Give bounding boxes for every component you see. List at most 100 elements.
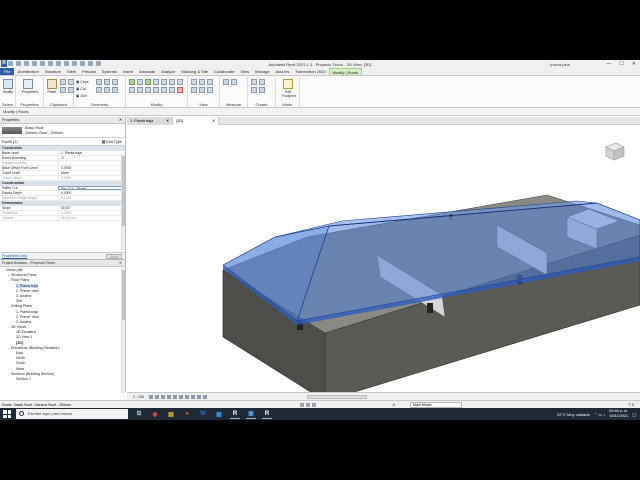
create-parts-icon[interactable] xyxy=(259,79,265,85)
ribbon-tab[interactable]: File xyxy=(0,68,15,75)
modify-button[interactable]: Modify xyxy=(2,79,14,95)
reveal-hidden-icon[interactable] xyxy=(203,395,207,399)
aligned-dimension-icon[interactable] xyxy=(231,79,237,85)
cope-button[interactable]: ▣ Cope xyxy=(76,80,89,84)
taskbar-app-icon[interactable]: ▣ xyxy=(246,409,256,419)
ribbon-tab[interactable]: Massing & Site xyxy=(178,68,211,75)
taskbar-app-icon[interactable]: ▦ xyxy=(214,409,224,419)
ribbon-tab[interactable]: View xyxy=(237,68,252,75)
taskbar-app-icon[interactable]: W xyxy=(198,409,208,419)
ribbon-tab[interactable]: Structure xyxy=(42,68,64,75)
worksets-icon[interactable] xyxy=(300,403,304,407)
copy-element-icon[interactable] xyxy=(169,79,175,85)
taskbar-app-icon[interactable]: R xyxy=(230,409,240,419)
minimize-icon[interactable]: — xyxy=(606,61,611,67)
crop-icon[interactable] xyxy=(179,395,183,399)
editable-only-icon[interactable] xyxy=(312,403,316,407)
paint-face-icon[interactable] xyxy=(104,79,110,85)
demolish-icon[interactable] xyxy=(104,87,110,93)
cut-icon[interactable] xyxy=(60,79,66,85)
remove-paint-icon[interactable] xyxy=(112,87,118,93)
linework-icon[interactable] xyxy=(207,79,213,85)
ribbon-tab[interactable]: Analyze xyxy=(158,68,178,75)
mirror-draw-icon[interactable] xyxy=(153,79,159,85)
property-value[interactable]: ☑ xyxy=(58,156,125,160)
split-icon[interactable] xyxy=(137,87,143,93)
halftone-icon[interactable] xyxy=(207,87,213,93)
taskbar-app-icon[interactable]: ▤ xyxy=(166,409,176,419)
create-group-icon[interactable] xyxy=(251,87,257,93)
design-options-icon[interactable] xyxy=(306,403,310,407)
measure-between-icon[interactable] xyxy=(223,79,229,85)
trim-single-icon[interactable] xyxy=(145,87,151,93)
detail-level-icon[interactable] xyxy=(149,395,153,399)
sun-path-icon[interactable] xyxy=(161,395,165,399)
scale-icon[interactable] xyxy=(161,87,167,93)
taskbar-app-icon[interactable]: R xyxy=(262,409,272,419)
ribbon-tab[interactable]: Insert xyxy=(120,68,136,75)
windows-start-icon[interactable] xyxy=(3,410,11,418)
paste-button[interactable]: Paste xyxy=(46,79,58,95)
join-button[interactable]: ▣ Join xyxy=(76,94,87,98)
edit-type-button[interactable]: ▦ Edit Type xyxy=(102,138,122,146)
user-name[interactable]: jrivera.jane xyxy=(550,62,570,67)
ribbon-tab[interactable]: Add-Ins xyxy=(273,68,293,75)
property-value[interactable]: Two Cut - Plumb xyxy=(58,186,125,190)
view-tab[interactable]: 1. Planta baja ✕ xyxy=(127,117,173,125)
ribbon-tab[interactable]: Systems xyxy=(99,68,120,75)
show-crop-icon[interactable] xyxy=(185,395,189,399)
close-icon[interactable]: ✕ xyxy=(632,61,636,67)
maximize-icon[interactable]: ☐ xyxy=(619,61,623,67)
ribbon-tab[interactable]: Modify | Roofs xyxy=(328,68,363,75)
move-icon[interactable] xyxy=(161,79,167,85)
ribbon-tab[interactable]: Precast xyxy=(79,68,99,75)
instance-filter[interactable]: Roofs (1) ▦ Edit Type xyxy=(0,138,125,146)
clock[interactable]: 09:46 a. m. 16/11/2021 xyxy=(609,409,628,419)
select-group-label[interactable]: Select xyxy=(0,102,15,107)
taskbar-search[interactable]: Escribe aquí para buscar xyxy=(16,409,128,419)
property-value[interactable]: 30,00° xyxy=(58,206,125,210)
notifications-icon[interactable]: ▢ xyxy=(632,412,636,417)
close-icon[interactable]: ✕ xyxy=(119,117,122,124)
browser-scroll-thumb[interactable] xyxy=(122,270,125,320)
taskbar-app-icon[interactable]: ⧉ xyxy=(134,409,144,419)
render-icon[interactable] xyxy=(173,395,177,399)
temporary-hide-icon[interactable] xyxy=(197,395,201,399)
isolate-icon[interactable] xyxy=(191,87,197,93)
taskbar-app-icon[interactable]: ● xyxy=(182,409,192,419)
visual-style-icon[interactable] xyxy=(155,395,159,399)
view-tab[interactable]: {3D} ✕ xyxy=(173,117,219,125)
trim-icon[interactable] xyxy=(129,87,135,93)
browser-scrollbar[interactable] xyxy=(121,268,125,393)
pin-icon[interactable] xyxy=(169,87,175,93)
ribbon-tab[interactable]: Twinmotion 2020 xyxy=(292,68,328,75)
tray-icons[interactable]: ⌃ ▭ ♪ xyxy=(594,412,605,417)
ribbon-tab[interactable]: Architecture xyxy=(14,68,41,75)
weather-widget[interactable]: 22°C Muy nublado xyxy=(557,412,590,417)
property-value[interactable]: 3,0000 xyxy=(58,166,125,170)
wall-join-icon[interactable] xyxy=(112,79,118,85)
graphics-icon[interactable] xyxy=(199,87,205,93)
lock-view-icon[interactable] xyxy=(191,395,195,399)
ribbon-tab[interactable]: Steel xyxy=(64,68,79,75)
shadows-icon[interactable] xyxy=(167,395,171,399)
offset-icon[interactable] xyxy=(137,79,143,85)
mirror-axis-icon[interactable] xyxy=(145,79,151,85)
override-icon[interactable] xyxy=(199,79,205,85)
browser-tree-item[interactable]: Section 1 xyxy=(0,377,121,382)
property-value[interactable]: 1. Planta baja xyxy=(58,151,125,155)
cut-geometry-button[interactable]: ▣ Cut xyxy=(76,87,86,91)
ribbon-tab[interactable]: Collaborate xyxy=(211,68,237,75)
properties-scrollbar[interactable] xyxy=(121,154,125,250)
create-similar-icon[interactable] xyxy=(259,87,265,93)
properties-scroll-thumb[interactable] xyxy=(122,156,125,226)
3d-view-canvas[interactable] xyxy=(127,125,640,392)
properties-button[interactable]: Properties xyxy=(22,79,38,95)
canvas-horizontal-scrollbar[interactable] xyxy=(307,395,367,399)
property-row[interactable]: Volume 26,124 m³ xyxy=(0,216,125,221)
match-type-icon[interactable] xyxy=(60,87,66,93)
taskbar-app-icon[interactable]: ◉ xyxy=(150,409,160,419)
align-icon[interactable] xyxy=(129,79,135,85)
ribbon-tab[interactable]: Manage xyxy=(252,68,272,75)
create-assembly-icon[interactable] xyxy=(251,79,257,85)
